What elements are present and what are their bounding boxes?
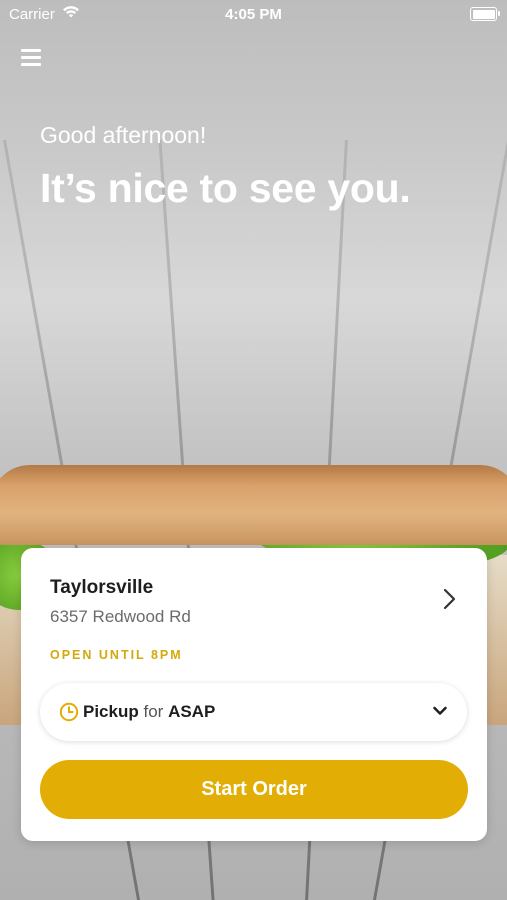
- chevron-down-icon: [433, 706, 447, 715]
- store-name[interactable]: Taylorsville: [50, 577, 153, 599]
- pickup-connector: for: [143, 702, 164, 721]
- store-address: 6357 Redwood Rd: [50, 607, 191, 626]
- pickup-label: Pickup for ASAP: [83, 702, 215, 722]
- store-hours: OPEN UNTIL 8PM: [50, 648, 183, 662]
- store-card: Taylorsville 6357 Redwood Rd OPEN UNTIL …: [21, 548, 487, 841]
- home-screen: Carrier 4:05 PM Good afternoon! It’s nic…: [0, 0, 507, 900]
- pickup-time: ASAP: [168, 702, 216, 721]
- battery-icon: [470, 7, 500, 21]
- headline-text: It’s nice to see you.: [40, 165, 411, 211]
- pickup-mode: Pickup: [83, 702, 139, 721]
- pickup-time-select[interactable]: Pickup for ASAP: [40, 683, 467, 741]
- greeting-text: Good afternoon!: [40, 122, 207, 148]
- sandwich-bread: [0, 465, 507, 545]
- chevron-right-icon[interactable]: [439, 586, 459, 612]
- status-time: 4:05 PM: [225, 6, 282, 23]
- status-bar: Carrier 4:05 PM: [0, 0, 507, 28]
- start-order-button[interactable]: Start Order: [40, 760, 468, 819]
- menu-icon[interactable]: [21, 49, 41, 67]
- clock-icon: [59, 702, 79, 722]
